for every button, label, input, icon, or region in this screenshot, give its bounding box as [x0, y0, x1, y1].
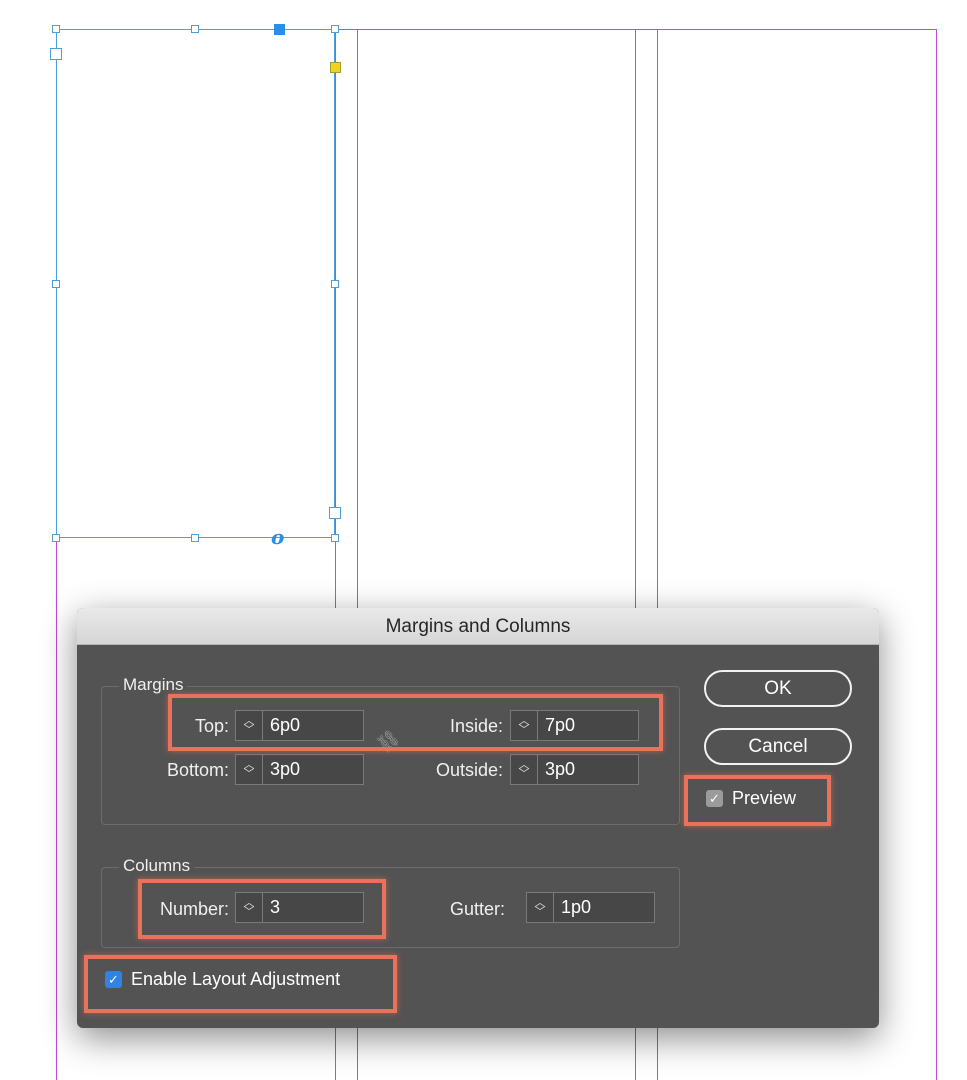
frame-handle-top-left[interactable] [52, 25, 60, 33]
frame-handle-reference-point[interactable] [274, 24, 285, 35]
page-right-edge [936, 29, 937, 1080]
selected-text-frame[interactable] [56, 29, 335, 538]
in-port[interactable] [50, 48, 62, 60]
gutter-field[interactable]: ︿ ﹀ 1p0 [526, 892, 655, 923]
overset-marker: o [271, 525, 285, 549]
margins-group-label: Margins [119, 675, 188, 695]
frame-handle-bottom-right[interactable] [331, 534, 339, 542]
columns-group-label: Columns [119, 856, 195, 876]
bottom-margin-field[interactable]: ︿ ﹀ 3p0 [235, 754, 364, 785]
outside-label: Outside: [435, 760, 503, 780]
highlight-columns-number [138, 879, 386, 939]
corner-options-handle[interactable] [330, 62, 341, 73]
frame-handle-bottom-middle[interactable] [191, 534, 199, 542]
bottom-margin-value[interactable]: 3p0 [263, 759, 300, 780]
outside-margin-field[interactable]: ︿ ﹀ 3p0 [510, 754, 639, 785]
stepper-arrows-icon[interactable]: ︿ ﹀ [527, 893, 554, 922]
frame-handle-top-right[interactable] [331, 25, 339, 33]
highlight-top-inside-fields [168, 694, 663, 751]
outside-margin-value[interactable]: 3p0 [538, 759, 575, 780]
frame-handle-left-middle[interactable] [52, 280, 60, 288]
dialog-title: Margins and Columns [77, 608, 879, 645]
cancel-button[interactable]: Cancel [704, 728, 852, 765]
highlight-preview-checkbox [684, 775, 831, 826]
highlight-enable-layout-adjustment [84, 955, 397, 1013]
page-top-edge [335, 29, 937, 30]
bottom-label: Bottom: [166, 760, 229, 780]
gutter-value[interactable]: 1p0 [554, 897, 591, 918]
frame-handle-right-middle[interactable] [331, 280, 339, 288]
stepper-arrows-icon[interactable]: ︿ ﹀ [236, 755, 263, 784]
frame-handle-top-middle[interactable] [191, 25, 199, 33]
frame-handle-bottom-left[interactable] [52, 534, 60, 542]
stepper-arrows-icon[interactable]: ︿ ﹀ [511, 755, 538, 784]
out-port[interactable] [329, 507, 341, 519]
ok-button[interactable]: OK [704, 670, 852, 707]
gutter-label: Gutter: [449, 899, 505, 919]
